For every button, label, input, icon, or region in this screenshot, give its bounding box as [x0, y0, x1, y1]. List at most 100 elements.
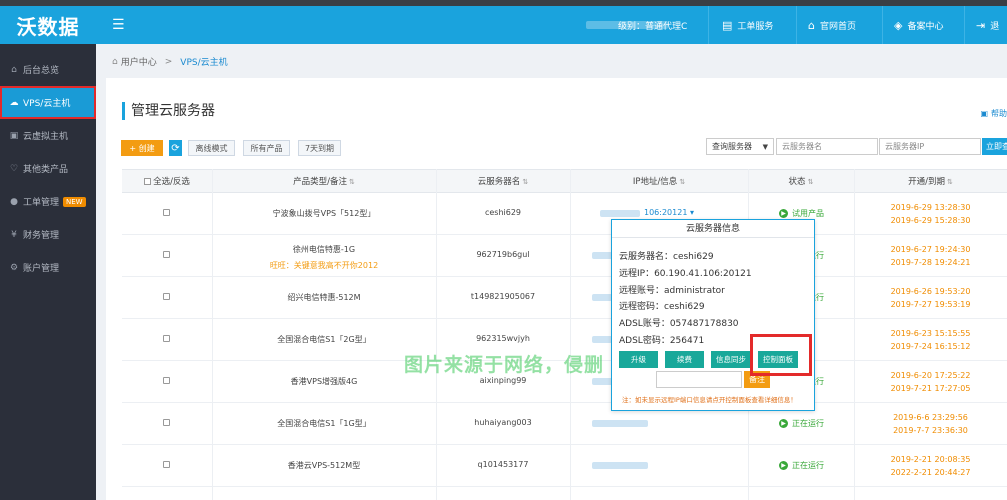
ip-redacted	[592, 420, 648, 427]
create-button[interactable]: + 创建	[121, 140, 163, 156]
breadcrumb-current[interactable]: VPS/云主机	[180, 55, 227, 68]
popup-remote-password: 远程密码：ceshi629	[619, 302, 705, 312]
product-cell: 香港云VPS-512M型	[212, 460, 436, 471]
sidebar-item-virtual-host[interactable]: ▣ 云虚拟主机	[0, 119, 96, 152]
refresh-button[interactable]: ⟳	[169, 140, 182, 156]
top-header: ☰ 级别：普通代理C ▤ 工单服务 ⌂ 官网首页 ◈ 备案中心 ⇥ 退	[96, 6, 1007, 44]
status-cell: ▶ 正在运行	[779, 460, 824, 471]
date-cell: 2019-6-20 17:25:22 2019-7-21 17:27:05	[854, 369, 1007, 395]
status-header[interactable]: 状态 ⇅	[748, 170, 854, 194]
search-name-input[interactable]	[776, 138, 878, 155]
server-name-cell[interactable]: q101453177	[436, 460, 570, 469]
row-checkbox[interactable]	[163, 377, 170, 384]
sidebar-item-vps[interactable]: ☁ VPS/云主机	[0, 86, 96, 119]
ip-redacted	[592, 462, 648, 469]
logo[interactable]: 沃数据	[0, 6, 96, 44]
expire-date: 2019-7-24 16:15:12	[890, 342, 971, 351]
ticket-icon: ▤	[722, 18, 733, 32]
filter-all-products-button[interactable]: 所有产品	[243, 140, 290, 156]
product-name: 香港云VPS-512M型	[287, 461, 361, 470]
server-name-cell[interactable]: huhaiyang003	[436, 418, 570, 427]
sort-icon: ⇅	[349, 178, 355, 186]
ip-header[interactable]: IP地址/信息 ⇅	[570, 170, 748, 194]
product-cell: 宁波象山拨号VPS「512型」	[212, 208, 436, 219]
select-all-header[interactable]: 全选/反选	[122, 170, 212, 194]
server-name-cell[interactable]: aixinping99	[436, 376, 570, 385]
product-remark[interactable]: 旺旺：关键意我高不开你2012	[212, 260, 436, 271]
sidebar-item-tickets[interactable]: ● 工单管理 NEW	[0, 185, 96, 218]
row-checkbox[interactable]	[163, 419, 170, 426]
expire-date: 2019-7-28 19:24:21	[890, 258, 971, 267]
open-date: 2019-2-21 20:08:35	[890, 455, 971, 464]
row-checkbox[interactable]	[163, 293, 170, 300]
breadcrumb: ⌂ 用户中心 > VPS/云主机	[112, 55, 228, 69]
server-name-cell[interactable]: 962315wvjyh	[436, 334, 570, 343]
product-cell: 徐州电信特惠-1G 旺旺：关键意我高不开你2012	[212, 244, 436, 271]
table-row: 绍兴电信特惠-512Mt14982190506​7▶正在运行2019-6-26 …	[122, 277, 1007, 319]
top-nav-tickets[interactable]: ▤ 工单服务	[722, 6, 773, 44]
table-header: 全选/反选 产品类型/备注 ⇅ 云服务器名 ⇅ IP地址/信息 ⇅ 状态 ⇅ 开通/到期…	[122, 169, 1007, 193]
divider	[708, 6, 709, 44]
filter-7-days-button[interactable]: 7天到期	[298, 140, 341, 156]
remark-input[interactable]	[656, 371, 742, 388]
renew-button[interactable]: 续费	[665, 351, 704, 368]
search-type-select[interactable]: 查询服务器 ▼	[706, 138, 774, 155]
sidebar-item-other-products[interactable]: ♡ 其他类产品	[0, 152, 96, 185]
open-date: 2019-6-20 17:25:22	[890, 371, 971, 380]
filter-offline-button[interactable]: 离线模式	[188, 140, 235, 156]
server-name-cell[interactable]: t14982190506​7	[436, 292, 570, 301]
yen-icon: ¥	[11, 229, 17, 240]
upgrade-button[interactable]: 升级	[619, 351, 658, 368]
sidebar-item-overview[interactable]: ⌂ 后台总览	[0, 53, 96, 86]
status-text: 正在运行	[792, 419, 824, 428]
search-ip-input[interactable]	[879, 138, 981, 155]
ip-redacted	[600, 210, 640, 217]
row-checkbox[interactable]	[163, 251, 170, 258]
row-checkbox[interactable]	[163, 209, 170, 216]
table-row: 香港VPS增强版4Gaixinping99▶正在运行2019-6-20 17:2…	[122, 361, 1007, 403]
popup-remote-account: 远程账号：administrator	[619, 286, 725, 296]
sidebar-item-finance[interactable]: ¥ 财务管理	[0, 218, 96, 251]
popup-adsl-account: ADSL账号：057487178830	[619, 319, 739, 329]
popup-tip: 注：如未显示远程IP端口信息请点开控制面板查看详细信息！	[622, 396, 797, 404]
open-date: 2019-6-23 15:15:55	[890, 329, 971, 338]
cloud-icon: ☁	[9, 97, 19, 108]
row-checkbox[interactable]	[163, 461, 170, 468]
popup-remote-ip: 远程IP：60.190.41.106:20121	[619, 269, 752, 279]
menu-toggle-icon[interactable]: ☰	[112, 17, 134, 33]
row-checkbox[interactable]	[163, 335, 170, 342]
caret-down-icon: ▾	[687, 208, 694, 217]
sort-icon: ⇅	[807, 178, 814, 186]
home-icon: ⌂	[112, 56, 118, 67]
query-button[interactable]: 立即查询	[982, 138, 1007, 155]
gear-icon: ⚙	[9, 262, 19, 273]
breadcrumb-separator: >	[164, 56, 173, 67]
help-link[interactable]: ▣ 帮助	[980, 108, 1007, 119]
server-name-cell[interactable]: 962719b6gul	[436, 250, 570, 259]
logout-icon: ⇥	[976, 18, 986, 32]
sidebar-item-account[interactable]: ⚙ 账户管理	[0, 251, 96, 284]
ip-info-toggle[interactable]: 106:20121 ▾	[644, 208, 694, 217]
sync-info-button[interactable]: 信息同步	[711, 351, 751, 368]
sort-icon: ⇅	[947, 178, 953, 186]
play-icon: ▶	[779, 419, 788, 428]
expire-date: 2019-7-21 17:27:05	[890, 384, 971, 393]
server-name-cell[interactable]: ceshi629	[436, 208, 570, 217]
select-all-checkbox[interactable]	[144, 178, 152, 185]
top-nav-beian[interactable]: ◈ 备案中心	[894, 6, 943, 44]
expire-date: 2019-7-27 19:53:19	[890, 300, 971, 309]
date-header[interactable]: 开通/到期 ⇅	[854, 170, 1007, 194]
breadcrumb-root[interactable]: 用户中心	[121, 55, 157, 68]
table-row: 宁波象山拨号VPS「512型」 ceshi629 106:20121 ▾ ▶ 试用产品 2…	[122, 193, 1007, 235]
product-name: 绍兴电信特惠-512M	[287, 293, 361, 302]
top-nav-logout[interactable]: ⇥ 退	[976, 6, 999, 44]
popup-server-name: 云服务器名：ceshi629	[619, 252, 714, 262]
product-header[interactable]: 产品类型/备注 ⇅	[212, 170, 436, 194]
status-cell: ▶ 试用产品	[779, 208, 824, 219]
table-row: 全国混合电信S1「1G型」 huhaiyang003 ▶ 正在运行 2019-6-6 2…	[122, 403, 1007, 445]
top-nav-home[interactable]: ⌂ 官网首页	[808, 6, 856, 44]
ip-text: 106:20121	[644, 208, 688, 217]
play-icon: ▶	[779, 461, 788, 470]
divider	[964, 6, 965, 44]
server-name-header[interactable]: 云服务器名 ⇅	[436, 170, 570, 194]
